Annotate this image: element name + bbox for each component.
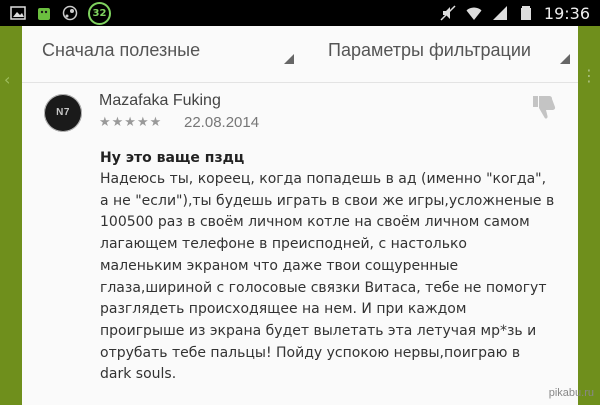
steam-icon <box>62 5 78 21</box>
status-bar-system: 19:36 <box>440 3 590 23</box>
wifi-icon <box>466 7 482 20</box>
watermark: pikabu.ru <box>548 387 594 399</box>
avatar-logo: N7 <box>56 107 70 118</box>
filter-params-dropdown[interactable]: Параметры фильтрации <box>328 40 531 61</box>
rating-stars: ★★★★★ <box>99 115 163 130</box>
signal-icon <box>492 6 507 20</box>
back-arrow-icon[interactable]: ‹ <box>4 70 10 89</box>
dropdown-arrow-icon[interactable] <box>560 54 570 64</box>
clock: 19:36 <box>543 3 590 23</box>
divider <box>22 82 578 83</box>
thumbs-down-icon[interactable] <box>528 92 558 122</box>
app-bar-right: ⋮ <box>578 26 600 405</box>
status-bar-notifications: 32 <box>10 1 111 25</box>
reviews-dialog: Сначала полезные Параметры фильтрации N7… <box>22 26 578 405</box>
review-date: 22.08.2014 <box>184 114 260 131</box>
status-bar: 32 19:36 <box>0 0 600 26</box>
overflow-menu-icon[interactable]: ⋮ <box>581 66 597 85</box>
filter-bar: Сначала полезные Параметры фильтрации <box>22 26 578 82</box>
avatar[interactable]: N7 <box>44 94 82 132</box>
image-icon <box>10 6 26 20</box>
battery-icon <box>520 6 531 20</box>
review-body: Надеюсь ты, кореец, когда попадешь в ад … <box>100 171 555 383</box>
sort-dropdown[interactable]: Сначала полезные <box>42 40 200 61</box>
dropdown-arrow-icon[interactable] <box>284 54 294 64</box>
app-bar-left: ‹ <box>0 26 22 405</box>
review-title: Ну это ваще пздц <box>100 150 245 166</box>
review-author: Mazafaka Fuking <box>99 92 221 109</box>
notification-count-badge: 32 <box>88 1 111 25</box>
mute-icon <box>440 5 456 21</box>
android-icon <box>38 8 50 20</box>
